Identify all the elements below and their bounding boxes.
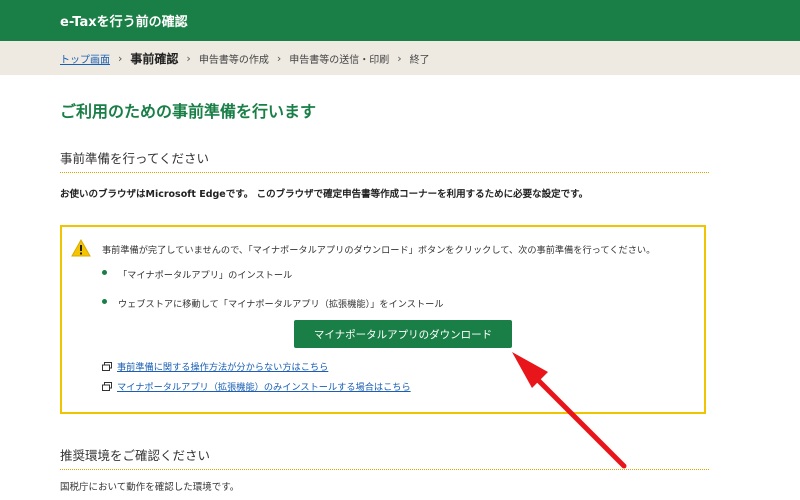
breadcrumb-top-link[interactable]: トップ画面 [60, 51, 110, 66]
breadcrumb-separator: › [118, 51, 123, 65]
section-heading-preparation: 事前準備を行ってください [60, 148, 709, 173]
help-link-label[interactable]: マイナポータルアプリ（拡張機能）のみインストールする場合はこちら [117, 379, 411, 393]
bullet-text: 「マイナポータルアプリ」のインストール [118, 270, 293, 281]
page: e-Taxを行う前の確認 トップ画面 › 事前確認 › 申告書等の作成 › 申告… [0, 0, 800, 500]
new-window-icon [102, 361, 112, 371]
list-item: ウェブストアに移動して「マイナポータルアプリ（拡張機能）」をインストール [102, 296, 444, 310]
environment-note: 国税庁において動作を確認した環境です。 [60, 482, 240, 493]
breadcrumb-separator: › [276, 51, 282, 65]
bullet-text: ウェブストアに移動して「マイナポータルアプリ（拡張機能）」をインストール [118, 299, 444, 310]
download-button[interactable]: マイナポータルアプリのダウンロード [294, 320, 512, 348]
app-header: e-Taxを行う前の確認 [0, 0, 800, 41]
breadcrumb-step-send-print: 申告書等の送信・印刷 [289, 54, 390, 66]
breadcrumb-current-step: 事前確認 [130, 51, 179, 66]
help-link-instructions[interactable]: 事前準備に関する操作方法が分からない方はこちら [102, 359, 328, 373]
bullet-dot [102, 270, 107, 275]
new-window-icon [102, 381, 112, 391]
breadcrumb-separator: › [186, 51, 191, 65]
help-link-extension-only[interactable]: マイナポータルアプリ（拡張機能）のみインストールする場合はこちら [102, 379, 411, 393]
list-item: 「マイナポータルアプリ」のインストール [102, 267, 444, 281]
breadcrumb-step-finish: 終了 [409, 54, 430, 66]
app-title: e-Taxを行う前の確認 [60, 15, 188, 30]
breadcrumb-items: トップ画面 › 事前確認 › 申告書等の作成 › 申告書等の送信・印刷 › 終了 [60, 50, 430, 67]
breadcrumb-separator: › [397, 51, 402, 65]
bullet-list: 「マイナポータルアプリ」のインストール ウェブストアに移動して「マイナポータルア… [102, 267, 444, 325]
section-heading-environment: 推奨環境をご確認ください [60, 445, 709, 470]
warning-message: 事前準備が完了していませんので、「マイナポータルアプリのダウンロード」ボタンをク… [102, 245, 656, 256]
page-title: ご利用のための事前準備を行います [60, 102, 317, 121]
help-link-label[interactable]: 事前準備に関する操作方法が分からない方はこちら [117, 359, 328, 373]
bullet-dot [102, 299, 107, 304]
breadcrumb: トップ画面 › 事前確認 › 申告書等の作成 › 申告書等の送信・印刷 › 終了 [0, 41, 800, 75]
warning-icon [71, 239, 91, 257]
warning-box: 事前準備が完了していませんので、「マイナポータルアプリのダウンロード」ボタンをク… [60, 225, 706, 414]
breadcrumb-step-create: 申告書等の作成 [198, 54, 269, 66]
browser-note: お使いのブラウザはMicrosoft Edgeです。 このブラウザで確定申告書等… [60, 189, 589, 200]
